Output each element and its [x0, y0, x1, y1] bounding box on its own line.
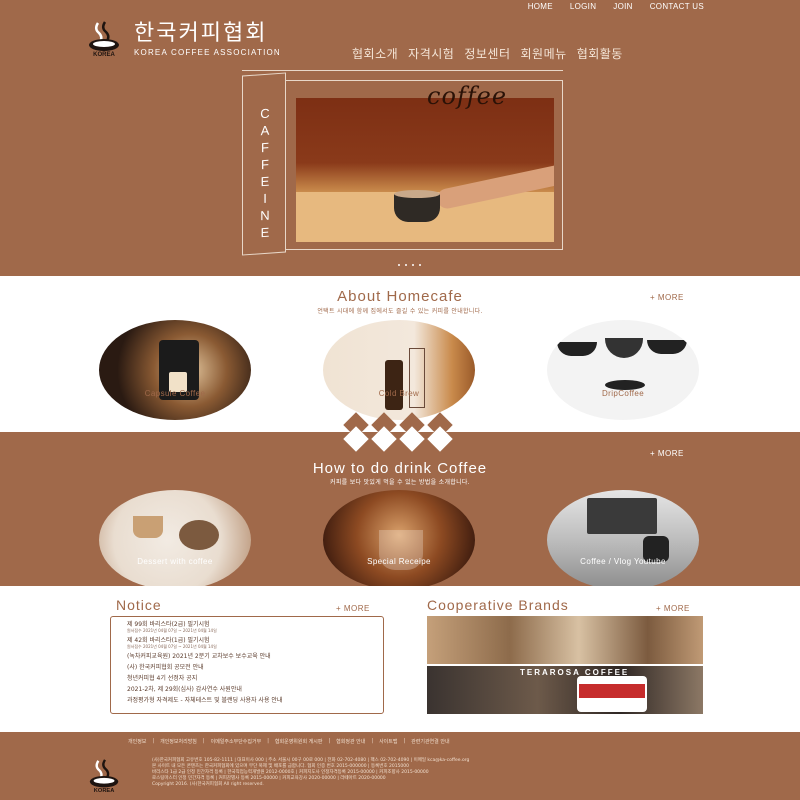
mainnav-activity[interactable]: 협회활동	[577, 45, 623, 62]
notice-item[interactable]: 제 42회 바리스타(1급) 필기시험 원서접수 2021년 04월 07일 ~…	[127, 637, 367, 649]
footer-logo-icon[interactable]: KOREA	[84, 758, 126, 794]
coffee-vlog-image[interactable]	[547, 490, 699, 590]
brand-store-interior-image[interactable]	[427, 616, 703, 664]
cold-brew-label[interactable]: Cold Brew	[323, 389, 475, 398]
notice-item[interactable]: 과정평가형 자격제도 - 자체테스트 및 블랜딩 사용자 사용 안내	[127, 697, 367, 704]
mainnav-about[interactable]: 협회소개	[352, 45, 398, 62]
mainnav-info[interactable]: 정보센터	[464, 45, 510, 62]
hero-section: HOME LOGIN JOIN CONTACT US KOREA 한국커피협회 …	[0, 0, 800, 276]
nav-login-link[interactable]: LOGIN	[570, 2, 596, 11]
book-spine: CAFFEINE	[242, 72, 286, 256]
main-navigation: 협회소개 자격시험 정보센터 회원메뉴 협회활동	[352, 45, 623, 62]
capsule-coffee-label[interactable]: Capsule Coffee	[99, 389, 251, 398]
logo-korean-title: 한국커피협회	[134, 20, 268, 46]
cold-brew-image[interactable]	[323, 320, 475, 420]
dessert-coffee-image[interactable]	[99, 490, 251, 590]
top-navigation: HOME LOGIN JOIN CONTACT US	[528, 2, 704, 11]
drink-subtitle: 커피를 보다 맛있게 먹을 수 있는 방법을 소개합니다.	[330, 479, 470, 486]
notice-more-link[interactable]: + MORE	[336, 604, 370, 613]
hero-slide-book[interactable]: CAFFEINE coffee	[242, 70, 567, 258]
site-logo[interactable]: KOREA 한국커피협회 KOREA COFFEE ASSOCIATION	[84, 20, 281, 58]
drip-coffee-label[interactable]: DripCoffee	[547, 389, 699, 398]
coffee-vlog-label[interactable]: Coffee / Vlog Youtube	[547, 557, 699, 566]
footer-link[interactable]: 사이트맵	[379, 738, 397, 745]
special-recipe-image[interactable]	[323, 490, 475, 590]
logo-english-title: KOREA COFFEE ASSOCIATION	[134, 47, 281, 57]
mainnav-member[interactable]: 회원메뉴	[521, 45, 567, 62]
drip-coffee-image[interactable]	[547, 320, 699, 420]
about-homecafe-section: About Homecafe 언택트 시대에 함께 집에서도 즐길 수 있는 커…	[0, 276, 800, 432]
about-more-link[interactable]: + MORE	[650, 293, 684, 302]
brands-title: Cooperative Brands	[427, 597, 569, 613]
coffee-cup-image	[394, 194, 440, 222]
dessert-coffee-label[interactable]: Dessert with coffee	[99, 557, 251, 566]
svg-text:KOREA: KOREA	[94, 788, 114, 794]
special-recipe-label[interactable]: Special Receipe	[323, 557, 475, 566]
slider-dot[interactable]	[398, 264, 400, 266]
how-to-drink-section: How to do drink Coffee 커피를 보다 맛있게 먹을 수 있…	[0, 426, 800, 590]
footer-info: (사)한국커피협회 고유번호 105-82-1111 | 대표이사 000 | …	[152, 758, 712, 788]
hero-coffee-word: coffee	[427, 82, 508, 110]
hero-coffee-photo	[296, 98, 554, 242]
notice-item[interactable]: 2021-2차, 제 29회(심사) 감사연수 사원안내	[127, 686, 367, 693]
nav-contact-link[interactable]: CONTACT US	[650, 2, 704, 11]
footer-link[interactable]: 관련기관연결 안내	[411, 738, 449, 745]
capsule-coffee-image[interactable]	[99, 320, 251, 420]
notice-item[interactable]: 제 99회 바리스타(2급) 필기시험 원서접수 2021년 04월 07일 ~…	[127, 621, 367, 633]
notice-title: Notice	[116, 597, 162, 613]
notice-item[interactable]: (사) 한국커피협회 공모전 안내	[127, 664, 367, 671]
slider-dot[interactable]	[419, 264, 421, 266]
drink-title: How to do drink Coffee	[312, 460, 488, 477]
slider-dot[interactable]	[412, 264, 414, 266]
brands-more-link[interactable]: + MORE	[656, 604, 690, 613]
nav-home-link[interactable]: HOME	[528, 2, 553, 11]
notice-list: 제 99회 바리스타(2급) 필기시험 원서접수 2021년 04월 07일 ~…	[110, 616, 384, 714]
terarosa-brand-label: TERAROSA COFFEE	[520, 668, 630, 677]
notice-item[interactable]: 청년커피협 4기 선정자 공지	[127, 675, 367, 682]
slider-dots[interactable]	[398, 264, 421, 266]
footer-link[interactable]: 협회정관 안내	[336, 738, 365, 745]
svg-text:KOREA: KOREA	[93, 52, 115, 58]
slider-dot[interactable]	[405, 264, 407, 266]
coffee-cup-logo-icon: KOREA	[84, 20, 126, 58]
footer-link[interactable]: 개인정보처리방침	[160, 738, 197, 745]
footer-link[interactable]: 이메일주소무단수집거부	[211, 738, 262, 745]
spine-caffeine-text: CAFFEINE	[260, 105, 270, 241]
mainnav-exam[interactable]: 자격시험	[408, 45, 454, 62]
footer-link[interactable]: 개인정보	[128, 738, 146, 745]
notice-item[interactable]: (녹차커피교육원) 2021년 2분기 교차보수 보수교육 안내	[127, 653, 367, 660]
footer-links: 개인정보 | 개인정보처리방침 | 이메일주소무단수집거부 | 협회운영위원회 게시판…	[128, 738, 450, 745]
nav-join-link[interactable]: JOIN	[613, 2, 632, 11]
footer-link[interactable]: 협회운영위원회 게시판	[275, 738, 323, 745]
drink-more-link[interactable]: + MORE	[650, 449, 684, 458]
footer-copyright: Copyright 2016. (사)한국커피협회 All right rese…	[152, 782, 264, 787]
about-subtitle: 언택트 시대에 함께 집에서도 즐길 수 있는 커피를 안내합니다.	[317, 308, 483, 315]
